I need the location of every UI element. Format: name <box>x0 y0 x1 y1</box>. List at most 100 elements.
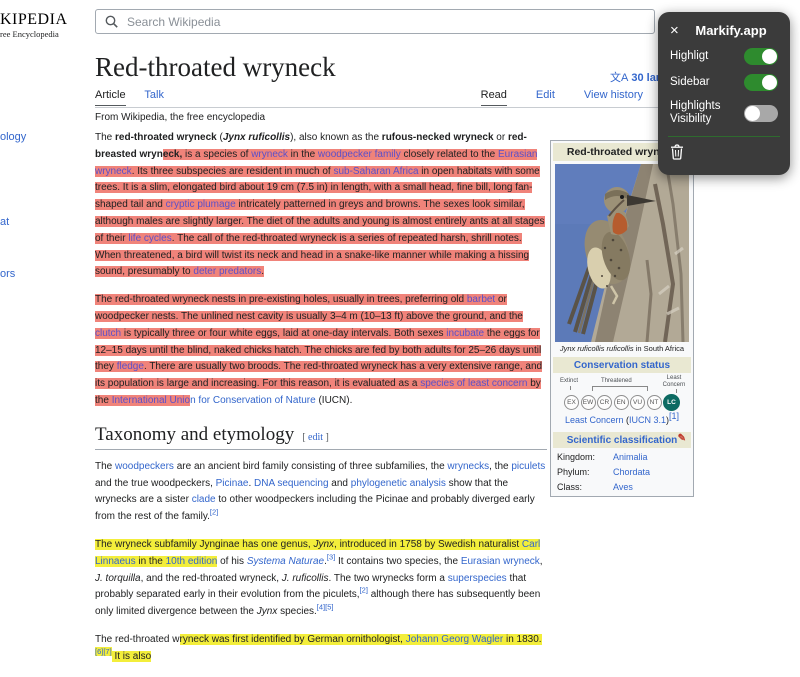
text-link[interactable]: Johann Georg Wagler <box>406 634 503 645</box>
text-link[interactable]: piculets <box>511 461 545 472</box>
text-link[interactable]: incubate <box>446 328 484 339</box>
reference-link[interactable]: [2] <box>360 586 368 595</box>
text-span: , and the red-throated wryneck, <box>141 573 282 584</box>
popup-toggle-row: Highlights Visibility <box>670 100 778 126</box>
scale-label-least-concern: Least Concern <box>659 375 689 389</box>
iucn-status-nt: NT <box>647 395 662 410</box>
toc-link-fragment[interactable]: ology <box>0 131 26 143</box>
toc-link-fragment[interactable]: ors <box>0 268 15 280</box>
iucn-status-vu: VU <box>630 395 645 410</box>
paragraph: The wryneck subfamily Jynginae has one g… <box>95 537 547 621</box>
toggle-switch-sidebar[interactable] <box>744 74 778 91</box>
text-span: in 1830. <box>503 634 541 645</box>
wikipedia-logo[interactable]: KIPEDIA <box>0 11 68 29</box>
edit-section-link[interactable]: [ edit ] <box>302 432 329 443</box>
text-link[interactable]: International Unio <box>112 395 190 406</box>
article-section-body: The woodpeckers are an ancient bird fami… <box>95 459 547 666</box>
least-concern-link[interactable]: Least Concern <box>565 415 624 425</box>
search-bar[interactable] <box>95 9 655 34</box>
text-link[interactable]: woodpeckers <box>115 461 174 472</box>
popup-toggle-row: Highligt <box>670 48 778 65</box>
toc-link-fragment[interactable]: at <box>0 216 9 228</box>
text-link[interactable]: deter predators <box>193 266 261 277</box>
text-span: , <box>540 556 543 567</box>
text-span: . <box>261 266 264 277</box>
scale-brace <box>592 386 648 391</box>
text-link[interactable]: 10th edition <box>166 556 218 567</box>
text-span: J. torquilla <box>95 573 141 584</box>
text-link[interactable]: clutch <box>95 328 121 339</box>
reference-link[interactable]: [1] <box>669 411 679 421</box>
taxonomy-label: Class: <box>557 482 613 492</box>
text-span: eck, <box>163 149 182 160</box>
tab-view-history[interactable]: View history <box>584 89 643 106</box>
taxonomy-value-link[interactable]: Chordata <box>613 467 650 477</box>
paragraph: The red-throated wryneck was first ident… <box>95 632 547 666</box>
text-link[interactable]: Eurasian wryneck <box>461 556 540 567</box>
text-span: red-throated wryneck <box>115 132 217 143</box>
image-caption: Jynx ruficollis ruficollis in South Afri… <box>553 344 691 356</box>
conservation-status-header[interactable]: Conservation status <box>553 357 691 373</box>
tab-talk[interactable]: Talk <box>144 89 164 101</box>
text-link[interactable]: n for Conservation of Nature <box>190 395 316 406</box>
text-span: closely related to the <box>401 149 498 160</box>
wikipedia-logo-tagline: ree Encyclopedia <box>0 29 59 39</box>
reference-link[interactable]: [4][5] <box>317 603 334 612</box>
text-link[interactable]: plumage <box>197 199 235 210</box>
reference-link[interactable]: [2] <box>210 508 218 517</box>
text-span: or <box>494 132 508 143</box>
scale-label-threatened: Threatened <box>601 378 632 384</box>
text-span: ), also known as the <box>290 132 382 143</box>
text-link[interactable]: barbet <box>467 294 495 305</box>
tab-article[interactable]: Article <box>95 89 126 106</box>
reference-link[interactable]: [3] <box>327 552 335 561</box>
text-link[interactable]: superspecies <box>448 573 507 584</box>
text-span: (IUCN). <box>316 395 353 406</box>
text-link[interactable]: Picinae <box>216 478 249 489</box>
text-link[interactable]: woodpecker family <box>318 149 401 160</box>
text-link[interactable]: Systema Naturae <box>247 556 324 567</box>
article-body: The red-throated wryneck (Jynx ruficolli… <box>95 130 547 677</box>
toggle-switch-highlights-visibility[interactable] <box>744 105 778 122</box>
text-link[interactable]: wrynecks <box>447 461 489 472</box>
text-link[interactable]: cryptic <box>166 199 195 210</box>
text-link[interactable]: phylogenetic analysis <box>351 478 446 489</box>
text-span: is a species of <box>182 149 251 160</box>
iucn-status-ew: EW <box>581 395 596 410</box>
text-span: The red-throated w <box>95 634 180 645</box>
text-link[interactable]: sub-Saharan Africa <box>333 166 418 177</box>
taxonomy-value-link[interactable]: Aves <box>613 482 633 492</box>
toggle-knob <box>745 106 760 121</box>
text-span: Jynx <box>313 539 334 550</box>
tab-read[interactable]: Read <box>481 89 507 106</box>
text-link[interactable]: DNA sequencing <box>254 478 329 489</box>
toggle-knob <box>762 49 777 64</box>
language-icon: 文A <box>610 72 628 84</box>
text-span: . The two wrynecks form a <box>328 573 447 584</box>
iucn-version-link[interactable]: IUCN 3.1 <box>629 415 666 425</box>
reference-link[interactable]: [6][7] <box>95 647 112 656</box>
paragraph: The red-throated wryneck (Jynx ruficolli… <box>95 130 547 281</box>
text-span: Jynx <box>257 606 278 617</box>
toggle-switch-highligt[interactable] <box>744 48 778 65</box>
article-lead: The red-throated wryneck (Jynx ruficolli… <box>95 130 547 410</box>
taxonomy-row: Kingdom:Animalia <box>553 449 691 464</box>
article-tab-bar: Article Talk Read Edit View history <box>95 87 695 108</box>
text-span: is typically three or four white eggs, l… <box>121 328 446 339</box>
toggle-label: Sidebar <box>670 76 710 89</box>
status-line: Least Concern (IUCN 3.1)[1] <box>554 415 690 425</box>
text-link[interactable]: fledge <box>117 361 144 372</box>
section-heading: Taxonomy and etymology[ edit ] <box>95 424 547 450</box>
scientific-classification-header[interactable]: Scientific classification ✎ <box>553 432 691 448</box>
edit-pencil-icon[interactable]: ✎ <box>678 433 686 444</box>
trash-icon[interactable] <box>670 144 686 165</box>
toggle-label: Highligt <box>670 50 708 63</box>
tab-edit[interactable]: Edit <box>536 89 555 106</box>
text-link[interactable]: species of least concern <box>420 378 527 389</box>
close-icon[interactable]: × <box>670 22 690 39</box>
search-input[interactable] <box>125 14 589 30</box>
text-link[interactable]: life cycles <box>128 233 171 244</box>
text-link[interactable]: wryneck <box>251 149 288 160</box>
taxonomy-row: Class:Aves <box>553 479 691 494</box>
taxonomy-value-link[interactable]: Animalia <box>613 452 648 462</box>
